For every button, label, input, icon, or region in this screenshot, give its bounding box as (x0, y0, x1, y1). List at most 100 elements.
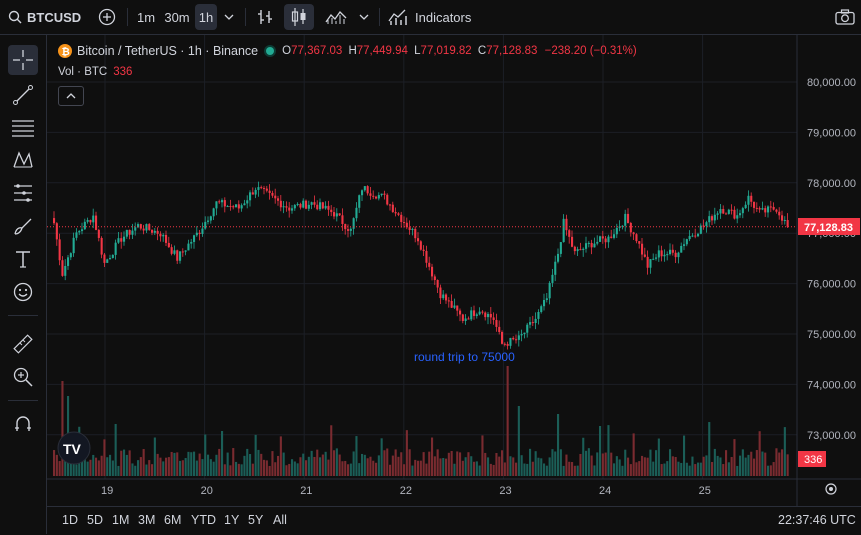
candle-body (257, 187, 260, 190)
candle-body (436, 280, 439, 288)
candle-body (753, 201, 756, 208)
volume-bar (447, 452, 450, 476)
chevron-down-icon (224, 14, 234, 20)
candles-type-button[interactable] (284, 4, 314, 30)
symbol-legend[interactable]: ₿ Bitcoin / TetherUS · 1h · Binance O77,… (58, 44, 637, 58)
volume-bar (153, 437, 156, 476)
candle-body (587, 242, 590, 244)
volume-bar (422, 452, 425, 476)
candle-body (187, 243, 190, 251)
time-axis[interactable]: 19 20 21 22 23 24 25 (101, 485, 711, 497)
candle-body (237, 204, 240, 209)
settings-gear-icon[interactable] (825, 483, 837, 495)
area-type-button[interactable] (320, 4, 352, 30)
volume-bar (587, 448, 590, 476)
emoji-tool[interactable] (8, 277, 38, 307)
volume-bar (282, 452, 285, 476)
volume-bar (123, 449, 126, 476)
volume-bar (383, 450, 386, 476)
candle-body (599, 236, 602, 242)
candle-body (58, 239, 61, 261)
text-tool[interactable] (8, 244, 38, 274)
volume-legend[interactable]: Vol · BTC 336 (58, 66, 132, 78)
chart-type-dropdown[interactable] (354, 4, 374, 30)
candle-body (131, 230, 134, 235)
brush-tool[interactable] (8, 211, 38, 241)
collapse-legend-button[interactable] (58, 86, 84, 106)
range-5d[interactable]: 5D (87, 513, 103, 527)
range-all[interactable]: All (273, 513, 287, 527)
candle-body (741, 208, 744, 214)
candle-body (229, 206, 232, 208)
volume-bar (671, 456, 674, 476)
volume-bar (545, 465, 548, 476)
candle-body (419, 241, 422, 250)
candle-body (53, 218, 56, 224)
indicators-button[interactable]: Indicators (385, 4, 475, 30)
range-6m[interactable]: 6M (164, 513, 181, 527)
volume-bar (114, 424, 117, 476)
volume-bar (610, 452, 613, 476)
interval-dropdown[interactable] (219, 4, 239, 30)
volume-bar (260, 453, 263, 476)
volume-bar (207, 454, 210, 476)
candle-body (170, 247, 173, 254)
pattern-tool[interactable] (8, 145, 38, 175)
candle-body (548, 282, 551, 299)
price-chart[interactable]: 80,000.0079,000.0078,000.0077,000.0076,0… (47, 35, 861, 506)
prediction-tool[interactable] (8, 178, 38, 208)
price-axis[interactable]: 80,000.0079,000.0078,000.0077,000.0076,0… (807, 77, 856, 442)
interval-30m[interactable]: 30m (161, 4, 193, 30)
candle-body (551, 274, 554, 283)
candle-body (299, 203, 302, 208)
volume-bar (750, 451, 753, 476)
candle-body (433, 276, 436, 281)
volume-bar (265, 460, 268, 476)
candle-body (565, 218, 568, 231)
symbol-search[interactable]: BTCUSDT (8, 0, 81, 34)
volume-bar (86, 461, 89, 476)
range-5y[interactable]: 5Y (248, 513, 263, 527)
crosshair-tool[interactable] (8, 45, 38, 75)
trend-line-tool[interactable] (8, 80, 38, 110)
magnet-tool[interactable] (8, 409, 38, 439)
range-3m[interactable]: 3M (138, 513, 155, 527)
measure-tool[interactable] (8, 329, 38, 359)
compare-button[interactable] (94, 4, 120, 30)
candle-body (461, 314, 464, 321)
volume-bar (669, 449, 672, 476)
volume-bar (375, 462, 378, 476)
volume-bar (352, 451, 355, 476)
volume-bar (725, 450, 728, 476)
snapshot-button[interactable] (832, 4, 858, 30)
chart-annotation[interactable]: round trip to 75000 (414, 350, 515, 364)
volume-bar (254, 434, 257, 476)
bar-replay-button[interactable] (251, 4, 279, 30)
date-tick-label: 24 (599, 485, 611, 497)
zoom-tool[interactable] (8, 362, 38, 392)
candle-body (680, 245, 683, 253)
candle-body (484, 312, 487, 318)
range-1d[interactable]: 1D (62, 513, 78, 527)
volume-bar (397, 456, 400, 476)
legend-title: Bitcoin / TetherUS · 1h · Binance (77, 44, 259, 58)
interval-1m[interactable]: 1m (133, 4, 159, 30)
price-tick-label: 79,000.00 (807, 127, 856, 139)
candle-body (755, 207, 758, 209)
range-ytd[interactable]: YTD (191, 513, 216, 527)
interval-1h[interactable]: 1h (195, 4, 217, 30)
candle-body (246, 200, 249, 204)
volume-bar (649, 449, 652, 476)
range-1y[interactable]: 1Y (224, 513, 239, 527)
volume-bar (657, 438, 660, 476)
volume-bar (769, 465, 772, 476)
utc-clock[interactable]: 22:37:46 UTC (778, 513, 856, 527)
fib-tool[interactable] (8, 113, 38, 143)
camera-icon (835, 9, 855, 25)
tradingview-logo[interactable]: TV (57, 431, 91, 465)
candle-body (221, 200, 224, 203)
volume-bar (730, 457, 733, 476)
candle-body (733, 209, 736, 219)
range-1m[interactable]: 1M (112, 513, 129, 527)
candle-body (534, 318, 537, 324)
